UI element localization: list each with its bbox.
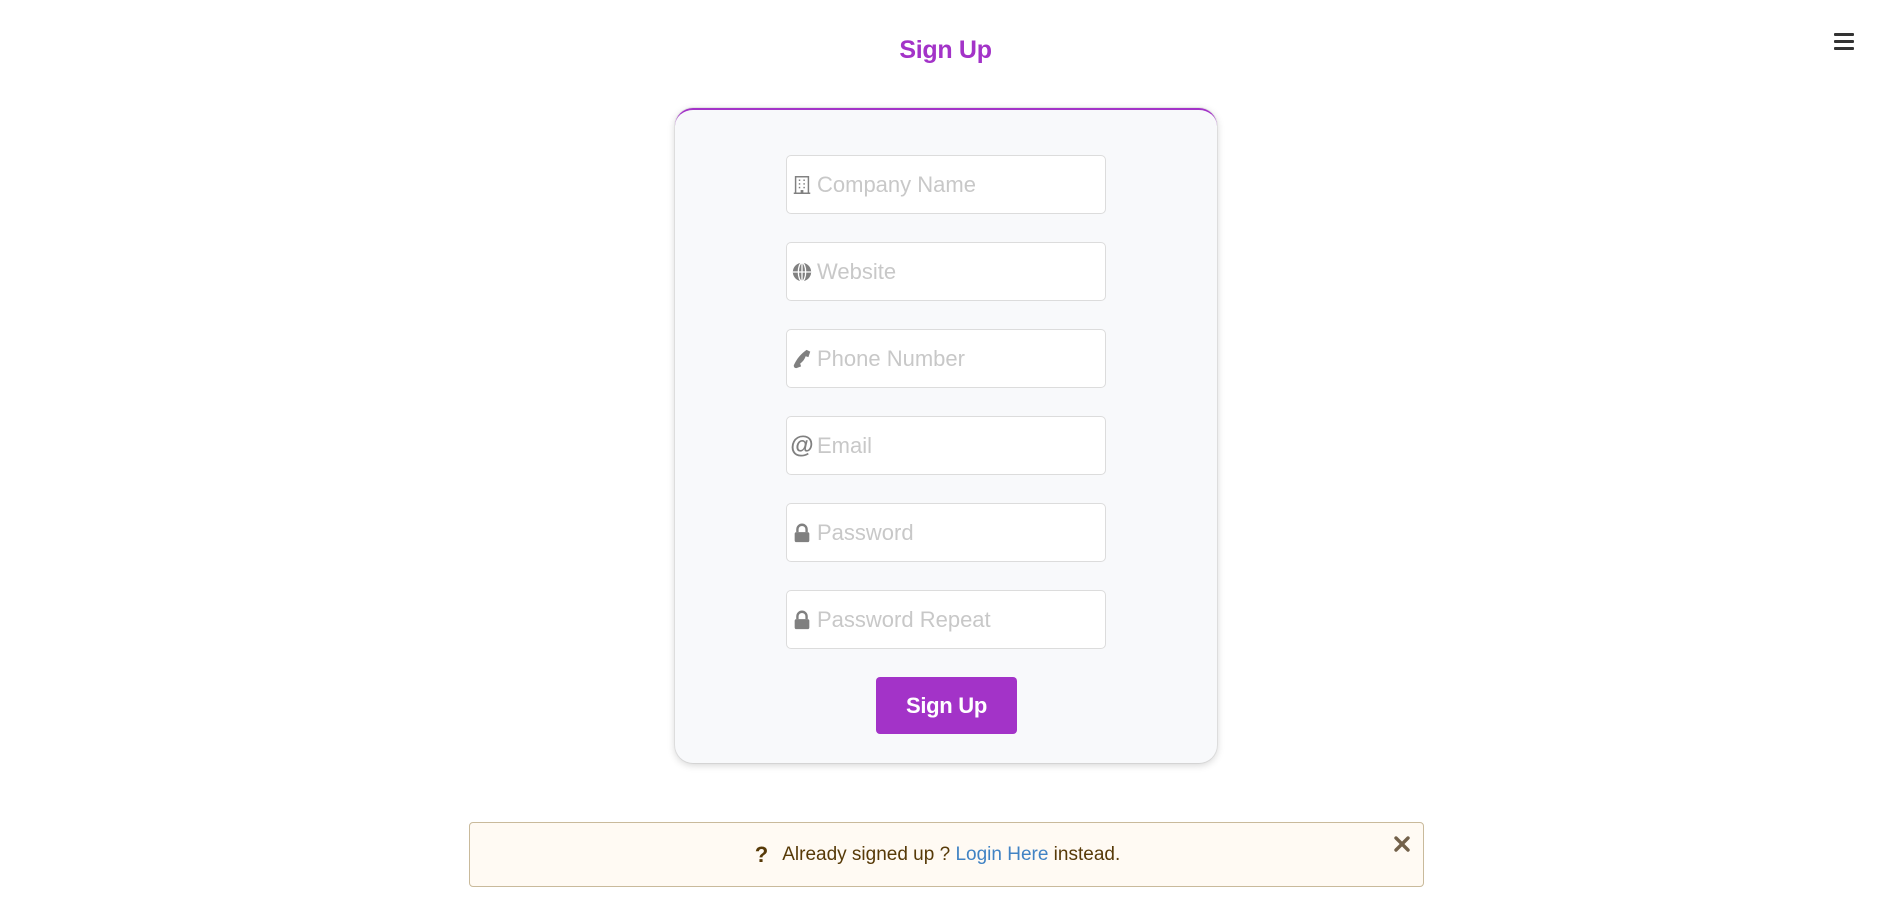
menu-bar	[1834, 40, 1854, 43]
signup-form-card: @ Sign Up	[675, 108, 1217, 763]
globe-icon	[787, 243, 817, 300]
at-icon: @	[790, 431, 814, 459]
password-repeat-input[interactable]	[817, 591, 1105, 648]
lock-icon	[787, 591, 817, 648]
website-input[interactable]	[817, 243, 1105, 300]
password-field[interactable]	[786, 503, 1106, 562]
building-icon	[787, 156, 817, 213]
email-field[interactable]: @	[786, 416, 1106, 475]
hamburger-menu-icon[interactable]	[1834, 31, 1856, 53]
company-name-input[interactable]	[817, 156, 1105, 213]
lock-icon	[787, 504, 817, 561]
phone-number-field[interactable]	[786, 329, 1106, 388]
password-repeat-field[interactable]	[786, 590, 1106, 649]
company-name-field[interactable]	[786, 155, 1106, 214]
email-input[interactable]	[817, 417, 1105, 474]
message-text-before: Already signed up ?	[782, 843, 956, 865]
menu-bar	[1834, 33, 1854, 36]
phone-icon	[787, 330, 817, 387]
password-input[interactable]	[817, 504, 1105, 561]
login-prompt-message: ? Already signed up ? Login Here instead…	[469, 822, 1424, 887]
website-field[interactable]	[786, 242, 1106, 301]
page-title: Sign Up	[899, 36, 992, 64]
message-text-after: instead.	[1048, 843, 1121, 865]
menu-bar	[1834, 47, 1854, 50]
question-icon: ?	[754, 841, 769, 867]
login-here-link[interactable]: Login Here	[955, 844, 1048, 866]
close-icon[interactable]	[1393, 835, 1411, 853]
sign-up-button[interactable]: Sign Up	[876, 677, 1017, 734]
phone-number-input[interactable]	[817, 330, 1105, 387]
